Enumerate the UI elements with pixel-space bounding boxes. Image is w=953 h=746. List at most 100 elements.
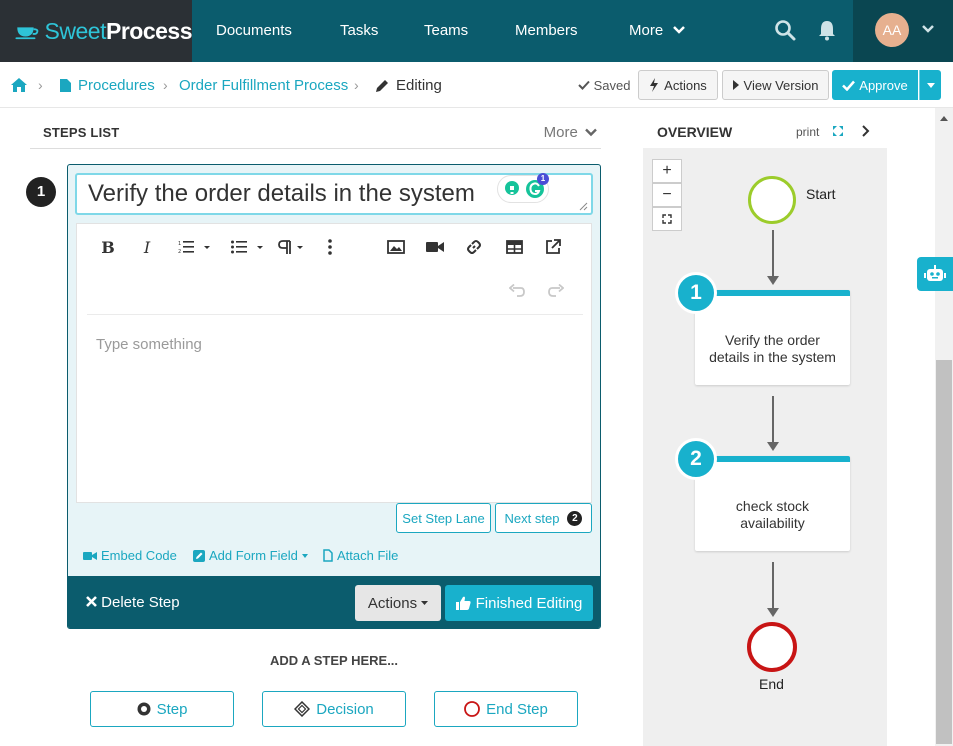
nav-teams[interactable]: Teams (424, 0, 468, 62)
add-end-step-button[interactable]: End Step (434, 691, 578, 727)
scroll-up-icon[interactable] (940, 116, 948, 121)
robot-icon (924, 265, 946, 281)
attach-file-link[interactable]: Attach File (323, 548, 398, 563)
chevron-down-icon[interactable] (921, 22, 935, 36)
bold-button[interactable]: B (95, 234, 121, 260)
edit-square-icon (193, 549, 205, 562)
resize-handle-icon[interactable] (578, 201, 588, 211)
editor-body-placeholder[interactable]: Type something (96, 336, 202, 353)
breadcrumb-separator: › (354, 77, 359, 93)
end-node[interactable] (747, 622, 797, 672)
insert-table-button[interactable] (501, 234, 527, 260)
breadcrumb-bar: › Procedures › Order Fulfillment Process… (0, 62, 953, 108)
diamond-icon (294, 701, 311, 717)
add-step-button[interactable]: Step (90, 691, 234, 727)
search-icon[interactable] (773, 18, 797, 42)
overview-title: OVERVIEW (657, 124, 733, 140)
scrollbar-thumb[interactable] (936, 360, 952, 744)
rich-text-editor[interactable]: B I 1 2 Type something (76, 223, 592, 503)
chatbot-launcher[interactable] (917, 257, 953, 291)
grammarly-count-badge: 1 (537, 173, 549, 185)
ordered-list-button[interactable]: 1 2 (174, 234, 214, 260)
video-icon (426, 242, 444, 252)
finished-editing-button[interactable]: Finished Editing (445, 585, 593, 621)
flow-step-text-line: check stock (735, 498, 810, 514)
paragraph-icon (278, 239, 303, 254)
breadcrumb-procedures[interactable]: Procedures (78, 77, 155, 94)
undo-button[interactable] (504, 278, 530, 304)
add-form-field-link[interactable]: Add Form Field (193, 548, 308, 563)
nav-more-label: More (629, 22, 664, 39)
approve-dropdown-toggle[interactable] (919, 70, 941, 100)
avatar[interactable]: AA (875, 13, 909, 47)
actions-button[interactable]: Actions (638, 70, 718, 100)
editor-footer: Delete Step Actions Finished Editing (68, 576, 600, 628)
nav-members[interactable]: Members (515, 0, 578, 62)
bell-icon[interactable] (815, 18, 839, 42)
approve-button[interactable]: Approve (832, 70, 918, 100)
zoom-in-button[interactable]: + (652, 159, 682, 183)
undo-icon (509, 284, 525, 297)
start-node[interactable] (748, 176, 796, 224)
embed-code-link[interactable]: Embed Code (83, 548, 177, 563)
add-end-step-label: End Step (486, 700, 548, 718)
next-step-label: Next step (504, 510, 560, 526)
steps-list-header: STEPS LIST More (30, 118, 601, 149)
flow-arrowhead (767, 442, 779, 451)
nav-more[interactable]: More (629, 0, 686, 62)
next-step-button[interactable]: Next step 2 (495, 503, 592, 533)
fit-view-button[interactable] (652, 207, 682, 231)
bullet-list-button[interactable] (227, 234, 267, 260)
more-vertical-icon (328, 239, 332, 255)
step-number-badge: 1 (26, 177, 56, 207)
svg-text:1: 1 (178, 241, 181, 247)
set-step-lane-button[interactable]: Set Step Lane (396, 503, 491, 533)
external-link-icon (546, 239, 561, 254)
redo-button[interactable] (543, 278, 569, 304)
lightbulb-icon[interactable] (503, 180, 521, 198)
home-icon[interactable] (10, 77, 28, 93)
paragraph-format-button[interactable] (277, 234, 309, 260)
zoom-out-button[interactable]: − (652, 183, 682, 207)
check-icon (578, 80, 590, 90)
steps-more-menu[interactable]: More (544, 124, 597, 141)
flow-step-text-line: availability (740, 515, 805, 531)
close-icon (86, 596, 97, 607)
add-decision-label: Decision (316, 700, 374, 718)
end-circle-icon (464, 701, 481, 717)
overview-print-link[interactable]: print (796, 125, 819, 139)
italic-button[interactable]: I (134, 234, 160, 260)
sweetprocess-logo[interactable]: SweetProcess (0, 0, 193, 62)
account-menu[interactable]: AA (853, 0, 953, 62)
bullet-list-icon (231, 240, 263, 254)
step-actions-button[interactable]: Actions (355, 585, 441, 621)
brand-sweet: Sweet (44, 17, 107, 44)
delete-step-button[interactable]: Delete Step (86, 594, 180, 611)
top-navbar: SweetProcess Documents Tasks Teams Membe… (0, 0, 953, 62)
insert-video-button[interactable] (422, 234, 448, 260)
page-scrollbar[interactable] (935, 108, 953, 746)
add-decision-button[interactable]: Decision (262, 691, 406, 727)
view-version-button[interactable]: View Version (722, 70, 829, 100)
thumbs-up-icon (455, 596, 471, 610)
nav-documents[interactable]: Documents (216, 0, 292, 62)
pencil-icon (376, 80, 388, 92)
insert-image-button[interactable] (383, 234, 409, 260)
next-step-number-badge: 2 (567, 510, 583, 526)
more-options-button[interactable] (317, 234, 343, 260)
insert-link-button[interactable] (461, 234, 487, 260)
flow-step-node[interactable]: Verify the order details in the system (695, 290, 850, 385)
overview-flowchart: + − Start Verify the order details in th… (643, 148, 887, 746)
chevron-right-icon[interactable] (861, 125, 870, 137)
expand-icon[interactable] (832, 125, 844, 137)
nav-tasks[interactable]: Tasks (340, 0, 378, 62)
flow-step-node[interactable]: check stock availability (695, 456, 850, 551)
flow-arrowhead (767, 608, 779, 617)
add-step-heading: ADD A STEP HERE... (269, 653, 399, 668)
external-link-button[interactable] (540, 234, 566, 260)
image-icon (387, 240, 405, 254)
grammarly-widget[interactable]: 1 (497, 173, 549, 203)
add-form-field-label: Add Form Field (209, 548, 298, 563)
document-icon (60, 79, 71, 92)
breadcrumb-process[interactable]: Order Fulfillment Process (179, 77, 348, 94)
